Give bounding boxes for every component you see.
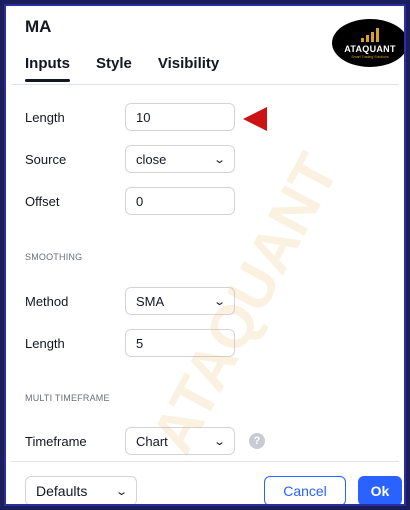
chevron-down-icon: ⌄: [114, 485, 128, 498]
tab-inputs[interactable]: Inputs: [25, 55, 70, 82]
settings-dialog: MA Inputs Style Visibility Length 10 Sou…: [11, 9, 404, 504]
chevron-down-icon: ⌄: [212, 295, 226, 308]
smoothing-length-value: 5: [136, 335, 144, 351]
length-label: Length: [25, 109, 65, 125]
method-label: Method: [25, 293, 69, 309]
red-arrow-icon: [243, 107, 267, 131]
source-label: Source: [25, 151, 67, 167]
smoothing-length-label: Length: [25, 335, 65, 351]
source-select[interactable]: close ⌄: [125, 145, 235, 173]
tabs-divider: [11, 84, 399, 85]
method-value: SMA: [136, 293, 165, 309]
tab-bar: Inputs Style Visibility: [25, 55, 219, 82]
cancel-button[interactable]: Cancel: [264, 476, 346, 504]
smoothing-section-label: SMOOTHING: [25, 252, 83, 262]
length-value: 10: [136, 109, 151, 125]
smoothing-length-input[interactable]: 5: [125, 329, 235, 357]
multi-timeframe-section-label: MULTI TIMEFRAME: [25, 393, 110, 403]
brand-tagline: Smart Trading Solutions: [351, 54, 389, 59]
method-select[interactable]: SMA ⌄: [125, 287, 235, 315]
brand-name: ATAQUANT: [344, 43, 396, 54]
help-icon[interactable]: ?: [249, 433, 265, 449]
smoothing-length-row: Length 5: [25, 329, 235, 357]
chart-bars-icon: [361, 27, 379, 42]
chevron-down-icon: ⌄: [212, 153, 226, 166]
source-value: close: [136, 151, 167, 167]
brand-logo: ATAQUANT Smart Trading Solutions: [332, 19, 404, 67]
chevron-down-icon: ⌄: [212, 435, 226, 448]
screenshot-frame: MA Inputs Style Visibility Length 10 Sou…: [4, 4, 406, 506]
length-input[interactable]: 10: [125, 103, 235, 131]
timeframe-value: Chart: [136, 433, 168, 449]
timeframe-select[interactable]: Chart ⌄: [125, 427, 235, 455]
offset-row: Offset 0: [25, 187, 235, 215]
timeframe-row: Timeframe Chart ⌄ ?: [25, 427, 265, 455]
offset-label: Offset: [25, 193, 60, 209]
source-row: Source close ⌄: [25, 145, 235, 173]
defaults-label: Defaults: [36, 483, 88, 499]
offset-input[interactable]: 0: [125, 187, 235, 215]
dialog-title: MA: [25, 17, 52, 36]
defaults-dropdown[interactable]: Defaults ⌄: [25, 476, 137, 504]
offset-value: 0: [136, 193, 144, 209]
timeframe-label: Timeframe: [25, 433, 87, 449]
length-row: Length 10: [25, 103, 235, 131]
footer-divider: [11, 461, 399, 462]
tab-visibility[interactable]: Visibility: [158, 55, 219, 82]
method-row: Method SMA ⌄: [25, 287, 235, 315]
tab-style[interactable]: Style: [96, 55, 132, 82]
ok-button[interactable]: Ok: [358, 476, 402, 504]
